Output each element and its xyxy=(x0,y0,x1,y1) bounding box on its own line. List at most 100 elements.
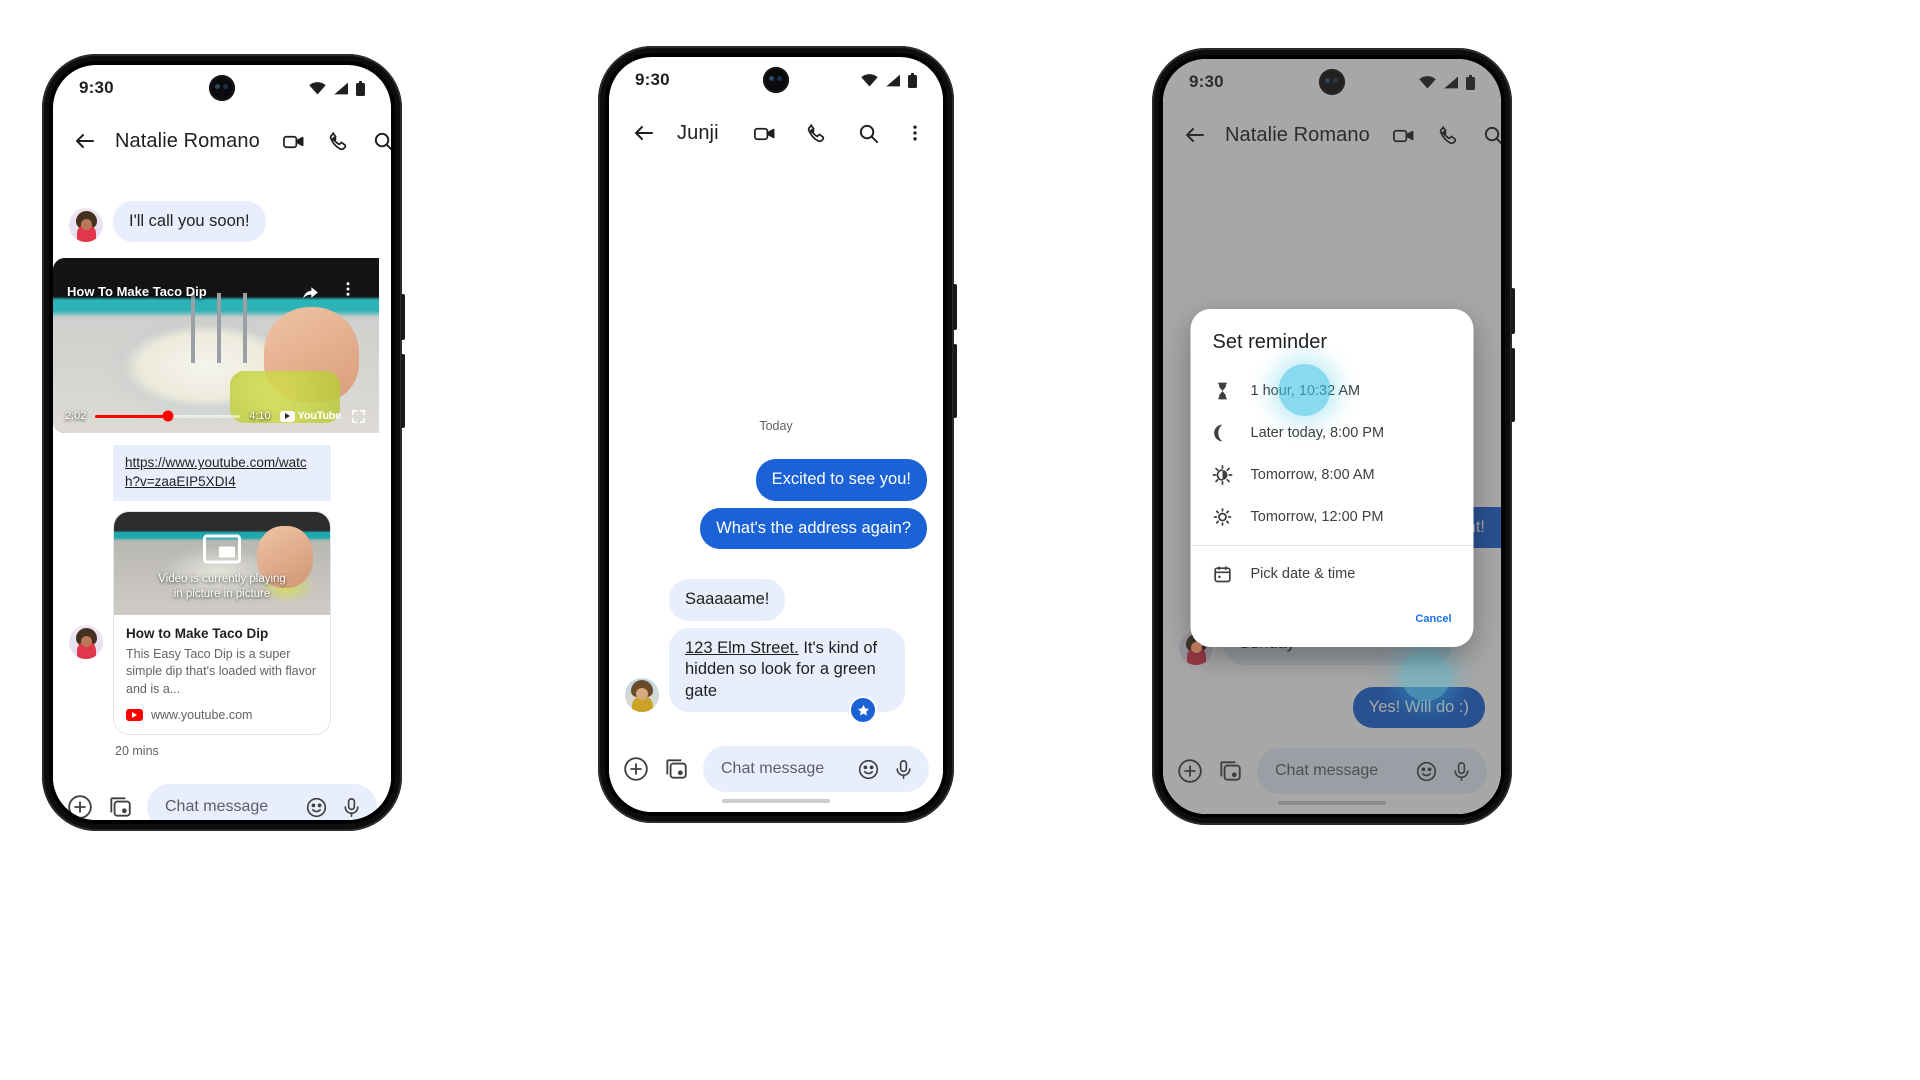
search-icon[interactable] xyxy=(372,126,391,156)
gallery-icon[interactable] xyxy=(663,756,689,782)
day-divider: Today xyxy=(759,419,793,434)
chat-message-input[interactable]: Chat message xyxy=(703,746,929,792)
star-icon[interactable] xyxy=(849,696,877,724)
back-arrow-icon[interactable] xyxy=(73,126,97,156)
share-icon[interactable] xyxy=(300,282,321,303)
reminder-option-pick-date-time[interactable]: Pick date & time xyxy=(1191,553,1474,595)
message-composer: Chat message xyxy=(53,764,391,820)
messages-container: Today Excited to see you! What's the add… xyxy=(609,419,943,726)
picture-in-picture-player[interactable]: How To Make Taco Dip 2:02 4:10 YouTube xyxy=(53,258,379,434)
overflow-menu-icon[interactable] xyxy=(339,280,357,298)
signal-icon xyxy=(333,82,349,95)
pip-caption-line-1: Video is currently playing xyxy=(158,572,286,585)
message-row: https://www.youtube.com/watch?v=zaaEIP5X… xyxy=(53,445,391,758)
plus-icon[interactable] xyxy=(623,756,649,782)
microphone-icon[interactable] xyxy=(892,758,915,781)
avatar xyxy=(69,625,103,659)
phone-call-icon[interactable] xyxy=(327,126,350,156)
moon-icon xyxy=(1213,423,1233,443)
video-poster-detail xyxy=(183,293,258,366)
page-title: Junji xyxy=(677,121,719,144)
video-controls[interactable]: 2:02 4:10 YouTube xyxy=(53,399,379,433)
video-pip-wrapper: How To Make Taco Dip 2:02 4:10 YouTube xyxy=(53,258,391,434)
battery-icon xyxy=(356,80,365,96)
status-time: 9:30 xyxy=(635,70,670,89)
message-bubble-incoming[interactable]: Saaaaame! xyxy=(669,579,786,621)
microphone-icon[interactable] xyxy=(340,796,363,819)
message-timestamp: 20 mins xyxy=(115,744,159,759)
shared-url-text[interactable]: https://www.youtube.com/watch?v=zaaEIP5X… xyxy=(113,445,331,501)
touch-indicator xyxy=(1401,651,1451,701)
conversation-thread[interactable]: I'll call you soon! How To Make Taco Dip xyxy=(53,201,391,820)
message-bubble-incoming[interactable]: I'll call you soon! xyxy=(113,201,266,243)
reminder-option-1-hour[interactable]: 1 hour, 10:32 AM xyxy=(1191,364,1474,416)
search-icon[interactable] xyxy=(853,118,883,148)
sun-icon xyxy=(1213,507,1233,527)
status-icons xyxy=(861,72,917,88)
plus-icon[interactable] xyxy=(67,794,93,820)
emoji-icon[interactable] xyxy=(857,758,880,781)
cancel-button[interactable]: Cancel xyxy=(1191,595,1474,647)
message-bubble-outgoing[interactable]: Excited to see you! xyxy=(755,459,927,501)
youtube-icon: YouTube xyxy=(279,410,342,423)
conversation-thread[interactable]: Today Excited to see you! What's the add… xyxy=(609,163,943,812)
volume-button[interactable] xyxy=(953,344,957,418)
cancel-label: Cancel xyxy=(1415,613,1452,625)
message-row: Saaaaame! xyxy=(609,579,943,621)
reminder-option-label: Later today, 8:00 PM xyxy=(1250,425,1385,441)
video-call-icon[interactable] xyxy=(282,126,305,156)
power-button[interactable] xyxy=(953,284,957,330)
overflow-menu-icon[interactable] xyxy=(905,118,925,148)
message-row: What's the address again? xyxy=(609,507,943,550)
chat-message-input[interactable]: Chat message xyxy=(147,784,377,820)
fullscreen-icon[interactable] xyxy=(350,408,367,425)
phone-3-screen: 9:30 Natalie Romano Yes! Will do:) Chat… xyxy=(1163,59,1501,814)
message-row: I'll call you soon! xyxy=(53,201,391,243)
phone-2-screen: 9:30 Junji Today Excited to see you! Wha… xyxy=(609,57,943,812)
youtube-wordmark: YouTube xyxy=(297,410,342,423)
link-thumbnail: Video is currently playing in picture in… xyxy=(114,511,330,615)
volume-button[interactable] xyxy=(401,354,405,428)
app-bar: Natalie Romano xyxy=(53,111,391,171)
screenshot-stage: 9:30 Natalie Romano I'll call you soon! … xyxy=(0,0,1920,1080)
video-scrubber[interactable] xyxy=(95,410,241,422)
video-current-time: 2:02 xyxy=(65,410,87,423)
picture-in-picture-icon xyxy=(203,534,241,564)
video-duration: 4:10 xyxy=(249,410,271,423)
message-bubble-outgoing[interactable]: What's the address again? xyxy=(700,507,927,550)
chat-input-placeholder: Chat message xyxy=(721,760,825,777)
status-time: 9:30 xyxy=(79,78,114,97)
phone-call-icon[interactable] xyxy=(801,118,831,148)
message-row: Excited to see you! xyxy=(609,459,943,501)
phone-3: 9:30 Natalie Romano Yes! Will do:) Chat… xyxy=(1152,48,1515,825)
link-preview-card[interactable]: Video is currently playing in picture in… xyxy=(113,510,331,736)
youtube-icon xyxy=(126,709,143,722)
front-camera-punchhole xyxy=(209,75,235,101)
battery-icon xyxy=(908,72,917,88)
avatar xyxy=(69,208,103,243)
reminder-option-tomorrow-morning[interactable]: Tomorrow, 8:00 AM xyxy=(1191,454,1474,496)
power-button[interactable] xyxy=(1511,288,1515,334)
avatar-spacer xyxy=(69,445,103,479)
reminder-option-tomorrow-noon[interactable]: Tomorrow, 12:00 PM xyxy=(1191,496,1474,538)
volume-button[interactable] xyxy=(1511,348,1515,422)
gallery-icon[interactable] xyxy=(107,794,133,820)
emoji-icon[interactable] xyxy=(305,796,328,819)
power-button[interactable] xyxy=(401,294,405,340)
link-card-body: How to Make Taco Dip This Easy Taco Dip … xyxy=(114,615,330,735)
message-row: 123 Elm Street. It's kind of hidden so l… xyxy=(609,627,943,724)
phone-1-screen: 9:30 Natalie Romano I'll call you soon! … xyxy=(53,65,391,820)
reminder-option-label: Tomorrow, 12:00 PM xyxy=(1250,509,1384,525)
sunrise-icon xyxy=(1212,465,1233,485)
video-progress-fill xyxy=(95,414,168,418)
wifi-icon xyxy=(861,73,878,87)
link-card-title: How to Make Taco Dip xyxy=(126,625,269,641)
video-call-icon[interactable] xyxy=(749,118,779,148)
address-link[interactable]: 123 Elm Street. xyxy=(685,639,799,657)
pip-caption-line-2: in picture in picture xyxy=(173,588,271,601)
video-scrubber-knob[interactable] xyxy=(162,410,174,422)
avatar xyxy=(625,678,659,712)
back-arrow-icon[interactable] xyxy=(629,118,659,148)
pip-caption: Video is currently playing in picture in… xyxy=(114,572,330,603)
reminder-option-later-today[interactable]: Later today, 8:00 PM xyxy=(1191,412,1474,454)
